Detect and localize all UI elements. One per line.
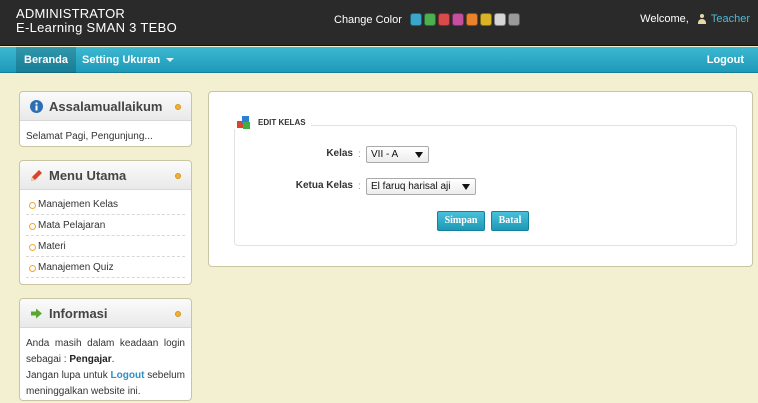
color-swatch-1[interactable] <box>409 13 422 26</box>
ketua-kelas-separator: : <box>358 181 361 192</box>
pencil-icon <box>31 170 42 181</box>
color-swatch-8[interactable] <box>507 13 520 26</box>
collapse-dot-icon[interactable] <box>175 173 181 179</box>
info-text: Anda masih dalam keadaan login sebagai :… <box>26 338 186 397</box>
menu-item-mata-pelajaran[interactable]: Mata Pelajaran <box>26 215 185 236</box>
arrow-right-icon <box>31 308 42 319</box>
edit-kelas-title: EDIT KELAS <box>258 118 306 127</box>
change-color-label: Change Color <box>334 13 402 26</box>
cancel-button[interactable]: Batal <box>491 211 529 231</box>
ketua-kelas-select-value: El faruq harisal aji <box>371 181 451 192</box>
collapse-dot-icon[interactable] <box>175 104 181 110</box>
info-role: Pengajar <box>69 354 112 365</box>
greeting-box-header: Assalamuallaikum <box>20 92 191 121</box>
edit-kelas-legend: EDIT KELAS <box>232 116 311 129</box>
brand: ADMINISTRATOR E-Learning SMAN 3 TEBO <box>16 7 177 35</box>
ketua-kelas-select[interactable]: El faruq harisal aji <box>366 178 476 195</box>
info-icon <box>30 100 43 113</box>
user-icon <box>697 14 707 24</box>
menu-item-manajemen-quiz[interactable]: Manajemen Quiz <box>26 257 185 278</box>
info-line-2: Jangan lupa untuk <box>26 370 108 381</box>
main-menu-header: Menu Utama <box>20 161 191 190</box>
nav-setting-label: Setting Ukuran <box>82 54 161 66</box>
main-menu-box: Menu Utama Manajemen Kelas Mata Pelajara… <box>19 160 192 285</box>
logout-link[interactable]: Logout <box>699 47 752 73</box>
dropdown-arrow-icon <box>415 152 423 158</box>
brand-site-name: E-Learning SMAN 3 TEBO <box>16 20 177 35</box>
color-swatch-5[interactable] <box>465 13 478 26</box>
nav-item-setting-ukuran[interactable]: Setting Ukuran <box>74 47 182 73</box>
info-logout-link[interactable]: Logout <box>111 370 145 381</box>
class-icon <box>237 116 250 129</box>
main-menu-list: Manajemen Kelas Mata Pelajaran Materi Ma… <box>20 190 191 282</box>
ketua-kelas-label: Ketua Kelas <box>295 180 353 191</box>
color-swatch-group <box>409 13 522 26</box>
kelas-select-value: VII - A <box>371 149 399 160</box>
greeting-title: Assalamuallaikum <box>49 99 163 114</box>
info-box: Informasi Anda masih dalam keadaan login… <box>19 298 192 401</box>
kelas-label: Kelas <box>326 148 353 159</box>
user-name-link[interactable]: Teacher <box>711 13 750 25</box>
info-box-header: Informasi <box>20 299 191 328</box>
color-swatch-6[interactable] <box>479 13 492 26</box>
kelas-select[interactable]: VII - A <box>366 146 429 163</box>
chevron-down-icon <box>166 58 175 63</box>
nav-item-beranda[interactable]: Beranda <box>16 47 77 73</box>
top-header: ADMINISTRATOR E-Learning SMAN 3 TEBO Cha… <box>0 0 758 46</box>
kelas-separator: : <box>358 149 361 160</box>
welcome-area: Welcome, Teacher <box>640 13 750 25</box>
brand-role: ADMINISTRATOR <box>16 6 126 21</box>
main-menu-title: Menu Utama <box>49 168 127 183</box>
color-swatch-3[interactable] <box>437 13 450 26</box>
dropdown-arrow-icon <box>462 184 470 190</box>
menu-item-materi[interactable]: Materi <box>26 236 185 257</box>
welcome-label: Welcome, <box>640 13 689 25</box>
nav-bar: Beranda Setting Ukuran Logout <box>0 47 758 73</box>
collapse-dot-icon[interactable] <box>175 311 181 317</box>
color-swatch-2[interactable] <box>423 13 436 26</box>
greeting-text: Selamat Pagi, Pengunjung... <box>26 131 153 142</box>
info-title: Informasi <box>49 306 108 321</box>
color-swatch-4[interactable] <box>451 13 464 26</box>
color-swatch-7[interactable] <box>493 13 506 26</box>
greeting-box: Assalamuallaikum Selamat Pagi, Pengunjun… <box>19 91 192 147</box>
save-button[interactable]: Simpan <box>437 211 485 231</box>
menu-item-manajemen-kelas[interactable]: Manajemen Kelas <box>26 194 185 215</box>
change-color: Change Color <box>334 13 522 26</box>
